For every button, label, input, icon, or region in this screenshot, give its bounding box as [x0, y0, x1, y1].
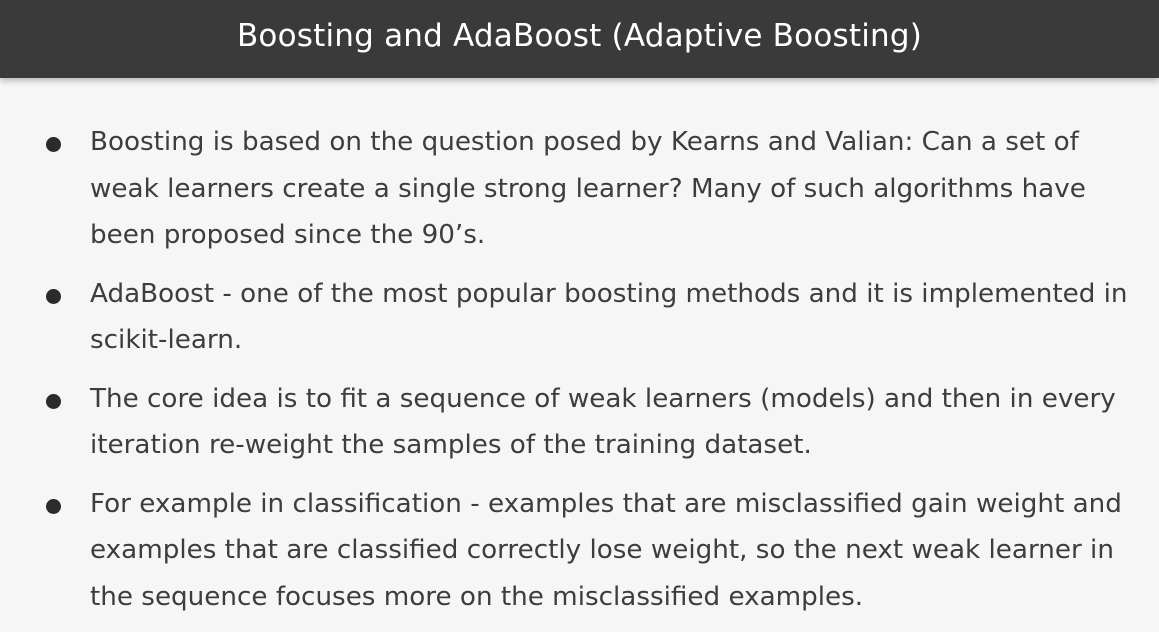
bullet-dot-icon	[46, 137, 61, 152]
bullet-text: For example in classification - examples…	[90, 488, 1122, 612]
bullet-text: The core idea is to fit a sequence of we…	[90, 383, 1116, 461]
bullet-dot-icon	[46, 498, 61, 514]
slide-content: Boosting is based on the question posed …	[0, 119, 1159, 632]
bullet-dot-icon	[46, 288, 61, 304]
slide-title: Boosting and AdaBoost (Adaptive Boosting…	[236, 18, 923, 54]
slide-title-bar: Boosting and AdaBoost (Adaptive Boosting…	[0, 0, 1159, 78]
bullet-item: For example in classification - examples…	[0, 481, 1159, 621]
bullet-text: Boosting is based on the question posed …	[90, 127, 1086, 250]
bullet-item: Boosting is based on the question posed …	[0, 119, 1159, 259]
bullet-list: Boosting is based on the question posed …	[0, 119, 1159, 620]
bullet-item: AdaBoost - one of the most popular boost…	[0, 271, 1159, 364]
bullet-text: AdaBoost - one of the most popular boost…	[90, 278, 1128, 356]
bullet-dot-icon	[46, 393, 61, 409]
bullet-item: The core idea is to fit a sequence of we…	[0, 376, 1159, 469]
